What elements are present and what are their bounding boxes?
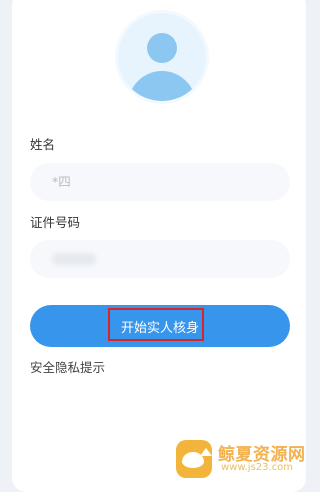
whale-tail-shape [200, 448, 212, 456]
avatar-body [128, 71, 196, 101]
id-number-field[interactable] [30, 240, 290, 278]
privacy-tips-link[interactable]: 安全隐私提示 [30, 357, 105, 376]
name-field[interactable]: *四 [30, 163, 290, 201]
watermark-url: www.js23.com [221, 462, 294, 473]
user-avatar-icon [115, 10, 209, 104]
site-watermark: 鲸夏资源网 www.js23.com [176, 438, 316, 483]
avatar-head [147, 33, 177, 63]
id-number-label: 证件号码 [30, 215, 81, 230]
start-verification-button[interactable]: 开始实人核身 [30, 305, 290, 347]
name-label: 姓名 [30, 137, 56, 152]
start-verification-label: 开始实人核身 [120, 320, 199, 336]
whale-logo-icon [176, 440, 212, 478]
id-number-blurred-value [52, 253, 96, 265]
name-value: *四 [52, 174, 71, 189]
